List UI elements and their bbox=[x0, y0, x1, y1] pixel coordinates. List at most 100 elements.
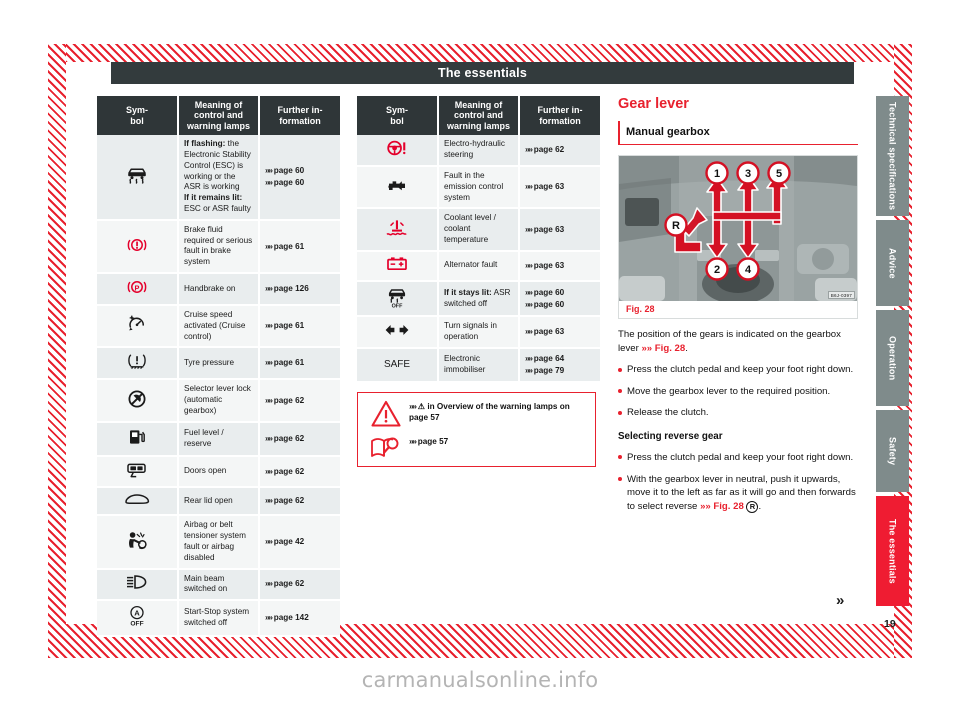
esc-car-skid-icon bbox=[97, 135, 179, 221]
table-row: Rear lid open»» page 62 bbox=[97, 487, 340, 517]
further-information-reference[interactable]: »» page 60»» page 60 bbox=[259, 135, 340, 221]
handbrake-icon: P bbox=[97, 273, 179, 306]
table-row: Cruise speed activated (Cruise control)»… bbox=[97, 304, 340, 349]
section-tab-advice[interactable]: Advice bbox=[876, 220, 909, 306]
main-beam-icon bbox=[97, 568, 179, 602]
table-row: Electro-hydraulic steering»» page 62 bbox=[357, 135, 600, 167]
further-information-reference[interactable]: »» page 62 bbox=[259, 421, 340, 457]
table-row: Tyre pressure»» page 61 bbox=[97, 347, 340, 381]
svg-text:A: A bbox=[134, 609, 140, 618]
instruction-bullet: Release the clutch. bbox=[618, 406, 858, 420]
warning-lamp-meaning: Rear lid open bbox=[178, 487, 260, 517]
warning-lamps-table-left-column: Sym-bol Meaning of control and warning l… bbox=[97, 96, 340, 638]
section-tab-operation[interactable]: Operation bbox=[876, 310, 909, 406]
further-information-reference[interactable]: »» page 42 bbox=[259, 515, 340, 570]
warning-lamp-meaning: Handbrake on bbox=[178, 273, 260, 306]
instruction-bullet: Press the clutch pedal and keep your foo… bbox=[618, 363, 858, 377]
warning-lamp-meaning: If flashing: the Electronic Stability Co… bbox=[178, 135, 260, 221]
note-text: »» ⚠ in Overview of the warning lamps on… bbox=[409, 400, 570, 423]
page-number: 19 bbox=[884, 618, 896, 630]
table-row: Airbag or belt tensioner system fault or… bbox=[97, 515, 340, 570]
doors-open-icon bbox=[97, 455, 179, 489]
instruction-bullet: Press the clutch pedal and keep your foo… bbox=[618, 451, 858, 465]
reverse-gear-heading: Selecting reverse gear bbox=[618, 431, 723, 443]
article-body: The position of the gears is indicated o… bbox=[618, 328, 858, 513]
table-row: Main beam switched on»» page 62 bbox=[97, 568, 340, 602]
warning-lamp-meaning: Fault in the emission control system bbox=[438, 165, 520, 210]
svg-text:1: 1 bbox=[714, 168, 720, 180]
section-tab-the-essentials[interactable]: The essentials bbox=[876, 496, 909, 606]
svg-text:OFF: OFF bbox=[130, 621, 143, 628]
alternator-fault-icon bbox=[357, 250, 439, 282]
further-information-reference[interactable]: »» page 61 bbox=[259, 219, 340, 275]
further-information-reference[interactable]: »» page 62 bbox=[259, 568, 340, 602]
further-information-reference[interactable]: »» page 63 bbox=[519, 208, 600, 252]
col-header-meaning: Meaning of control and warning lamps bbox=[438, 96, 520, 136]
cross-reference-note-box: »» ⚠ in Overview of the warning lamps on… bbox=[357, 391, 596, 467]
warning-lamp-meaning: Brake fluid required or serious fault in… bbox=[178, 219, 260, 275]
article-column: Gear lever Manual gearbox 1 3 5 R 2 4 B6… bbox=[618, 96, 858, 521]
warning-lamp-meaning: Turn signals in operation bbox=[438, 316, 520, 350]
warning-lamp-meaning: If it stays lit: ASR switched off bbox=[438, 280, 520, 318]
asr-off-icon: OFF bbox=[357, 280, 439, 318]
section-tab-technical-specifications[interactable]: Technical specifications bbox=[876, 96, 909, 216]
cruise-control-icon bbox=[97, 304, 179, 349]
col-header-symbol: Sym-bol bbox=[97, 96, 179, 136]
warning-triangle-icon bbox=[363, 399, 409, 427]
instruction-bullet: With the gearbox lever in neutral, push … bbox=[618, 473, 858, 514]
table-row: Coolant level / coolant temperature»» pa… bbox=[357, 208, 600, 252]
safe-immobiliser-icon: SAFE bbox=[357, 348, 439, 383]
gear-lever-photo: 1 3 5 R 2 4 B6J-0397 bbox=[619, 156, 857, 301]
figure-caption: Fig. 28 bbox=[619, 301, 857, 318]
svg-text:SAFE: SAFE bbox=[384, 359, 410, 370]
further-information-reference[interactable]: »» page 61 bbox=[259, 347, 340, 381]
figure-28: 1 3 5 R 2 4 B6J-0397 Fig. 28 bbox=[618, 155, 858, 319]
manual-page: The essentials Sym-bol Meaning of contro… bbox=[0, 0, 960, 708]
further-information-reference[interactable]: »» page 62 bbox=[259, 455, 340, 489]
further-information-reference[interactable]: »» page 126 bbox=[259, 273, 340, 306]
svg-text:P: P bbox=[135, 284, 140, 293]
further-information-reference[interactable]: »» page 62 bbox=[519, 135, 600, 167]
col-header-meaning: Meaning of control and warning lamps bbox=[178, 96, 260, 136]
rear-lid-open-icon bbox=[97, 487, 179, 517]
further-information-reference[interactable]: »» page 60»» page 60 bbox=[519, 280, 600, 318]
warning-lamp-meaning: Cruise speed activated (Cruise control) bbox=[178, 304, 260, 349]
col-header-info: Further in-formation bbox=[259, 96, 340, 136]
brake-fluid-icon bbox=[97, 219, 179, 275]
warning-lamp-meaning: Electro-hydraulic steering bbox=[438, 135, 520, 167]
table-row: Brake fluid required or serious fault in… bbox=[97, 219, 340, 275]
table-row: P Handbrake on»» page 126 bbox=[97, 273, 340, 306]
further-information-reference[interactable]: »» page 62 bbox=[259, 487, 340, 517]
section-tab-safety[interactable]: Safety bbox=[876, 410, 909, 492]
further-information-reference[interactable]: »» page 63 bbox=[519, 316, 600, 350]
further-information-reference[interactable]: »» page 142 bbox=[259, 600, 340, 638]
article-subheading-rule: Manual gearbox bbox=[618, 121, 858, 145]
svg-text:R: R bbox=[672, 220, 680, 232]
table-header-row: Sym-bol Meaning of control and warning l… bbox=[357, 96, 600, 136]
electro-hydraulic-steering-icon bbox=[357, 135, 439, 167]
warning-lamps-table-right-column: Sym-bol Meaning of control and warning l… bbox=[357, 96, 600, 467]
svg-text:4: 4 bbox=[745, 264, 752, 276]
continuation-marker: » bbox=[836, 592, 844, 609]
intro-paragraph: The position of the gears is indicated o… bbox=[618, 329, 841, 354]
further-information-reference[interactable]: »» page 63 bbox=[519, 165, 600, 210]
warning-lamp-meaning: Electronic immobiliser bbox=[438, 348, 520, 383]
table-row: Alternator fault»» page 63 bbox=[357, 250, 600, 282]
table-header-row: Sym-bol Meaning of control and warning l… bbox=[97, 96, 340, 136]
table-row: Turn signals in operation»» page 63 bbox=[357, 316, 600, 350]
table-row: OFF If it stays lit: ASR switched off»» p… bbox=[357, 280, 600, 318]
svg-text:5: 5 bbox=[776, 168, 782, 180]
watermark: carmanualsonline.info bbox=[361, 668, 599, 692]
further-information-reference[interactable]: »» page 62 bbox=[259, 379, 340, 423]
note-row: »» ⚠ in Overview of the warning lamps on… bbox=[363, 399, 590, 427]
tyre-pressure-icon bbox=[97, 347, 179, 381]
further-information-reference[interactable]: »» page 63 bbox=[519, 250, 600, 282]
start-stop-off-icon: A OFF bbox=[97, 600, 179, 638]
page-border-hatch-top bbox=[48, 44, 912, 62]
further-information-reference[interactable]: »» page 61 bbox=[259, 304, 340, 349]
further-information-reference[interactable]: »» page 64»» page 79 bbox=[519, 348, 600, 383]
warning-lamp-meaning: Coolant level / coolant temperature bbox=[438, 208, 520, 252]
svg-text:3: 3 bbox=[745, 168, 751, 180]
fuel-level-icon bbox=[97, 421, 179, 457]
svg-text:2: 2 bbox=[714, 264, 720, 276]
